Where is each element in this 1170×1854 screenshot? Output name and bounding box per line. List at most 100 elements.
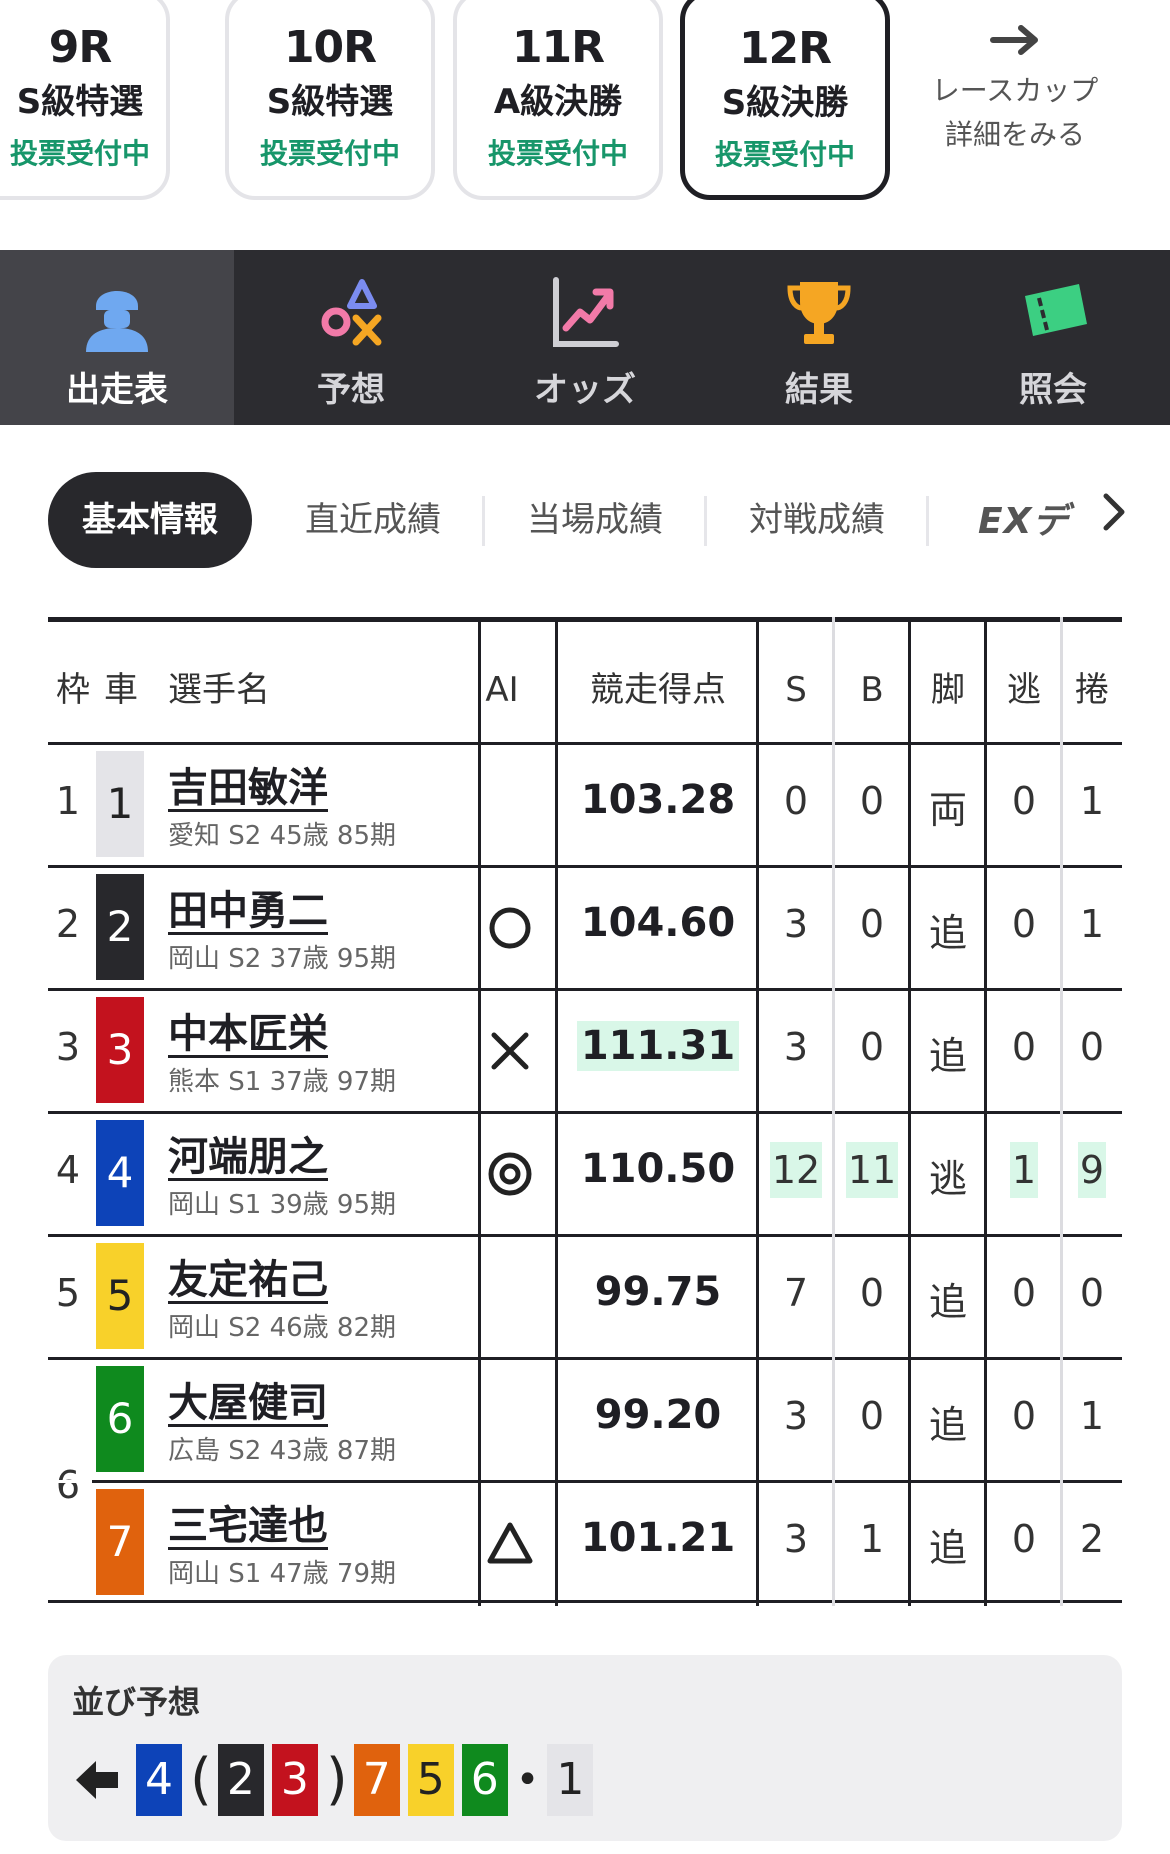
back-count-value: 0 [859,779,885,823]
start-count-value: 12 [769,1142,823,1198]
escape-count: 0 [986,1517,1062,1561]
prediction-marks-icon [234,276,468,352]
racer-name-link[interactable]: 吉田敏洋 [168,755,328,813]
chevron-right-icon[interactable] [1094,482,1134,542]
formation-panel: 並び予想 4(2 3) 7 5 6 • 1 [48,1655,1122,1841]
table-column-divider [756,617,759,1606]
racer-meta: 岡山 S2 46歳 82期 [168,1313,397,1343]
race-score-value: 110.50 [580,1146,736,1192]
back-count: 1 [834,1517,910,1561]
nav-results[interactable]: 結果 [702,250,936,425]
race-score: 101.21 [558,1515,758,1561]
racer-name-link[interactable]: 三宅達也 [168,1493,328,1551]
makuri-count: 1 [1062,902,1122,946]
formation-paren: ) [325,1747,348,1812]
makuri-count-value: 1 [1079,1394,1105,1438]
race-status: 投票受付中 [714,138,855,171]
leg-type-value: 追 [928,911,967,955]
formation-paren: ( [190,1747,212,1812]
race-score: 99.20 [558,1392,758,1438]
formation-car-box: 1 [547,1744,594,1816]
nav-label: 出走表 [66,370,168,410]
nav-entry-list[interactable]: 出走表 [0,250,234,425]
tab-divider [482,496,485,546]
car-number-box: 5 [96,1243,144,1349]
race-tab-12r[interactable]: 12R S級決勝 投票受付中 [680,0,890,200]
race-number: 9R [48,22,113,73]
nav-inquiry[interactable]: 照会 [936,250,1170,425]
race-status: 投票受付中 [487,137,628,170]
racer-meta: 岡山 S1 47歳 79期 [168,1559,397,1589]
start-count: 12 [758,1142,834,1198]
table-row: 2 2 田中勇二 岡山 S2 37歳 95期 104.60 3 0 追 0 1 [48,865,1122,988]
racer-name-link[interactable]: 中本匠栄 [168,1001,328,1059]
race-grade: S級特選 [16,82,144,122]
circle-mark-icon [480,898,540,958]
race-score: 99.75 [558,1269,758,1315]
entry-table: 枠 車 選手名 AI 競走得点 S B 脚 逃 捲 1 1 吉田敏洋 愛知 S2 45… [48,617,1122,1617]
race-tab-9r[interactable]: 9R S級特選 投票受付中 [0,0,170,200]
odds-chart-icon [468,276,702,352]
nav-prediction[interactable]: 予想 [234,250,468,425]
race-score-value: 103.28 [580,777,736,823]
escape-count-value: 0 [1011,1271,1037,1315]
racer-name-link[interactable]: 河端朋之 [168,1124,328,1182]
escape-count-value: 0 [1011,779,1037,823]
leg-type-value: 逃 [928,1157,967,1201]
start-count-value: 3 [783,1517,809,1561]
start-count-value: 3 [783,902,809,946]
start-count-value: 0 [783,779,809,823]
race-score: 111.31 [558,1021,758,1071]
makuri-count-value: 0 [1079,1271,1105,1315]
start-count: 3 [758,1394,834,1438]
back-count: 0 [834,1394,910,1438]
makuri-count: 9 [1062,1142,1122,1198]
nav-label: 予想 [317,370,385,410]
tab-basic-info[interactable]: 基本情報 [48,472,252,568]
racer-name-link[interactable]: 田中勇二 [168,878,328,936]
start-count-value: 7 [783,1271,809,1315]
bracket-merge-mask [48,1480,92,1483]
race-score: 110.50 [558,1146,758,1192]
table-column-divider [908,617,911,1606]
formation-car-box: 5 [407,1744,454,1816]
cup-detail-link[interactable]: レースカップ 詳細をみる [905,20,1125,180]
race-number: 12R [738,23,832,74]
formation-car-box: 7 [353,1744,400,1816]
nav-odds[interactable]: オッズ [468,250,702,425]
nav-label: 結果 [785,370,853,410]
back-count: 0 [834,902,910,946]
nav-label: 照会 [1019,370,1087,410]
racer-meta: 広島 S2 43歳 87期 [168,1436,397,1466]
tab-venue-results[interactable]: 当場成績 [510,494,680,546]
table-column-divider [1060,617,1063,1606]
race-number: 10R [283,22,377,73]
cross-mark-icon [480,1021,540,1081]
tab-recent-results[interactable]: 直近成績 [288,494,458,546]
header-name: 選手名 [168,670,270,710]
table-column-divider [832,617,835,1606]
back-count-value: 0 [859,1271,885,1315]
race-tab-10r[interactable]: 10R S級特選 投票受付中 [225,0,435,200]
leg-type-value: 追 [928,1280,967,1324]
sub-tabs: 基本情報 直近成績 当場成績 対戦成績 EXデ [48,472,1128,568]
tab-ex-data[interactable]: EXデ [978,492,1069,544]
header-waku: 枠 [56,670,90,710]
nav-label: オッズ [534,370,636,410]
makuri-count: 1 [1062,1394,1122,1438]
racer-meta: 岡山 S2 37歳 95期 [168,944,397,974]
leg-type: 追 [910,1394,986,1449]
bracket-number: 3 [55,1025,81,1069]
escape-count-value: 0 [1011,1394,1037,1438]
leg-type: 逃 [910,1148,986,1203]
table-row: 1 1 吉田敏洋 愛知 S2 45歳 85期 103.28 0 0 両 0 1 [48,742,1122,865]
racer-name-link[interactable]: 大屋健司 [168,1370,328,1428]
start-count: 3 [758,1025,834,1069]
header-score: 競走得点 [590,670,726,710]
bracket-number: 1 [55,779,81,823]
escape-count-value: 1 [1009,1142,1039,1198]
tab-head-to-head[interactable]: 対戦成績 [732,494,902,546]
racer-name-link[interactable]: 友定祐己 [168,1247,328,1305]
escape-count: 0 [986,1394,1062,1438]
race-tab-11r[interactable]: 11R A級決勝 投票受付中 [453,0,663,200]
